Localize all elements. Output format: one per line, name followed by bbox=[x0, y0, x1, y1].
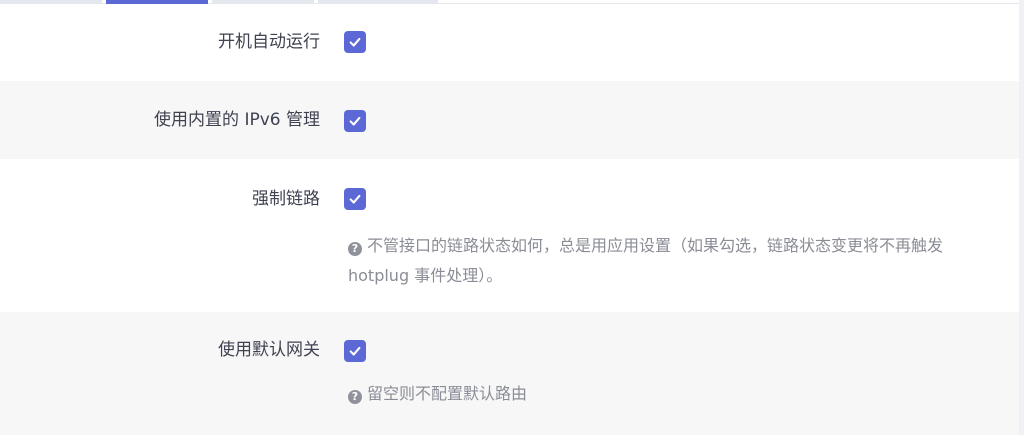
scrollbar-track[interactable] bbox=[1019, 0, 1024, 435]
field-label-default-gateway: 使用默认网关 bbox=[218, 340, 320, 360]
default-gateway-checkbox[interactable] bbox=[344, 340, 366, 362]
ipv6-management-checkbox[interactable] bbox=[344, 110, 366, 132]
force-link-help-text: 不管接口的链路状态如何，总是用应用设置（如果勾选，链路状态变更将不再触发 hot… bbox=[348, 236, 944, 285]
check-icon bbox=[349, 194, 361, 204]
field-label-autostart: 开机自动运行 bbox=[218, 32, 320, 52]
field-label-force-link: 强制链路 bbox=[252, 189, 320, 209]
check-icon bbox=[349, 116, 361, 126]
field-row-force-link: 强制链路 ? 不管接口的链路状态如何，总是用应用设置（如果勾选，链路状态变更将不再… bbox=[0, 159, 1019, 312]
force-link-checkbox[interactable] bbox=[344, 188, 366, 210]
tab-general[interactable] bbox=[0, 0, 102, 3]
autostart-checkbox[interactable] bbox=[344, 31, 366, 53]
tab-firewall[interactable] bbox=[318, 0, 438, 3]
tab-physical[interactable] bbox=[212, 0, 314, 3]
field-row-autostart: 开机自动运行 bbox=[0, 4, 1019, 81]
default-gateway-help: ? 留空则不配置默认路由 bbox=[348, 379, 988, 409]
field-row-ipv6-management: 使用内置的 IPv6 管理 bbox=[0, 81, 1019, 159]
force-link-help: ? 不管接口的链路状态如何，总是用应用设置（如果勾选，链路状态变更将不再触发 ho… bbox=[348, 231, 988, 291]
advanced-settings-form: 开机自动运行 使用内置的 IPv6 管理 强制链路 ? 不管接口的链路状态如何，总… bbox=[0, 4, 1019, 435]
question-circle-icon: ? bbox=[348, 390, 362, 404]
question-circle-icon: ? bbox=[348, 242, 362, 256]
check-icon bbox=[349, 37, 361, 47]
default-gateway-help-text: 留空则不配置默认路由 bbox=[367, 384, 528, 403]
field-row-default-gateway: 使用默认网关 ? 留空则不配置默认路由 bbox=[0, 312, 1019, 435]
check-icon bbox=[349, 346, 361, 356]
field-label-ipv6-management: 使用内置的 IPv6 管理 bbox=[154, 110, 320, 130]
